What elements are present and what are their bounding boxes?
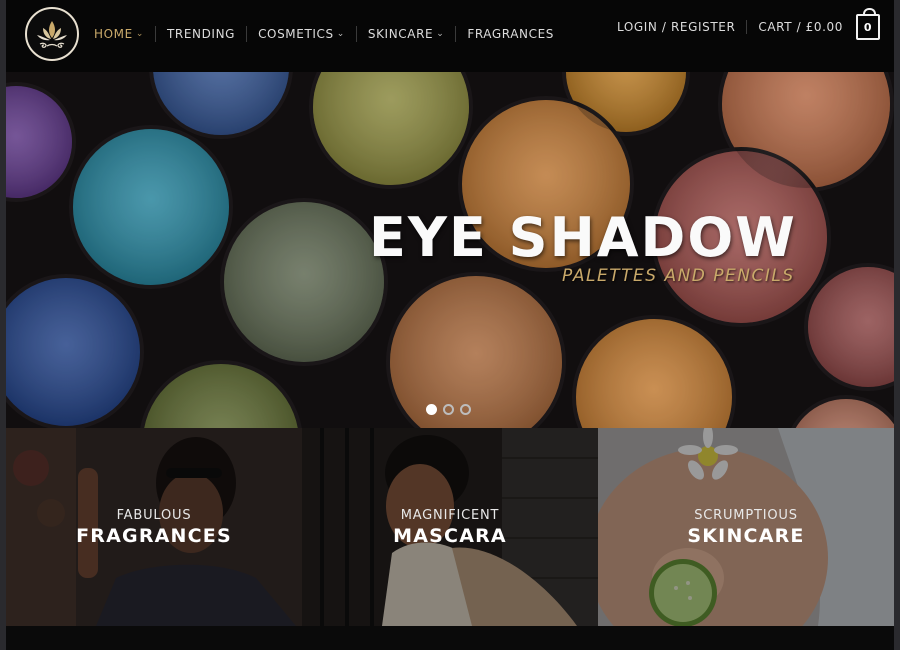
hero-slider[interactable]: EYE SHADOW PALETTES AND PENCILS xyxy=(6,72,894,428)
slider-dot-1[interactable] xyxy=(426,404,437,415)
nav-item-cosmetics[interactable]: COSMETICS ⌄ xyxy=(246,26,356,42)
nav-item-fragrances[interactable]: FRAGRANCES xyxy=(455,26,565,42)
tile-caption: SCRUMPTIOUS SKINCARE xyxy=(598,508,894,547)
category-tiles: FABULOUS FRAGRANCES MAGNIFICENT MASCARA … xyxy=(6,428,894,626)
tile-caption: FABULOUS FRAGRANCES xyxy=(6,508,302,547)
nav-item-skincare[interactable]: SKINCARE ⌄ xyxy=(355,26,455,42)
page-frame: HOME ⌄ TRENDING COSMETICS ⌄ SKINCARE ⌄ F… xyxy=(6,0,894,650)
nav-item-label: HOME xyxy=(94,27,133,41)
nav-item-home[interactable]: HOME ⌄ xyxy=(94,26,155,42)
tile-eyebrow: FABULOUS xyxy=(116,508,192,523)
tile-fragrances[interactable]: FABULOUS FRAGRANCES xyxy=(6,428,302,626)
tile-caption: MAGNIFICENT MASCARA xyxy=(302,508,598,547)
shopping-bag-icon[interactable]: 0 xyxy=(856,8,880,40)
tile-skincare[interactable]: SCRUMPTIOUS SKINCARE xyxy=(598,428,894,626)
nav-item-label: SKINCARE xyxy=(367,27,434,41)
chevron-down-icon: ⌄ xyxy=(135,29,144,39)
slider-dot-3[interactable] xyxy=(460,404,471,415)
nav-item-label: TRENDING xyxy=(166,27,236,41)
hero-subtitle: PALETTES AND PENCILS xyxy=(562,266,795,286)
slider-dots xyxy=(426,404,471,415)
nav-item-label: FRAGRANCES xyxy=(467,27,555,41)
tile-eyebrow: MAGNIFICENT xyxy=(400,508,500,523)
tile-heading: FRAGRANCES xyxy=(76,525,232,547)
account-nav: LOGIN / REGISTER CART / £0.00 0 xyxy=(606,8,880,40)
login-register-link[interactable]: LOGIN / REGISTER xyxy=(606,20,746,34)
cart-link[interactable]: CART / £0.00 xyxy=(746,20,854,34)
chevron-down-icon: ⌄ xyxy=(336,29,345,39)
chevron-down-icon: ⌄ xyxy=(436,29,445,39)
main-nav: HOME ⌄ TRENDING COSMETICS ⌄ SKINCARE ⌄ F… xyxy=(94,26,565,42)
footer-strip xyxy=(6,626,894,650)
tile-heading: SKINCARE xyxy=(687,525,805,547)
tile-mascara[interactable]: MAGNIFICENT MASCARA xyxy=(302,428,598,626)
lotus-logo-icon[interactable] xyxy=(25,7,79,61)
site-header: HOME ⌄ TRENDING COSMETICS ⌄ SKINCARE ⌄ F… xyxy=(6,0,894,72)
nav-item-trending[interactable]: TRENDING xyxy=(154,26,246,42)
slider-dot-2[interactable] xyxy=(443,404,454,415)
tile-eyebrow: SCRUMPTIOUS xyxy=(694,508,798,523)
cart-count-badge: 0 xyxy=(863,20,873,34)
tile-heading: MASCARA xyxy=(393,525,507,547)
hero-title: EYE SHADOW xyxy=(369,206,797,269)
nav-item-label: COSMETICS xyxy=(258,27,334,41)
